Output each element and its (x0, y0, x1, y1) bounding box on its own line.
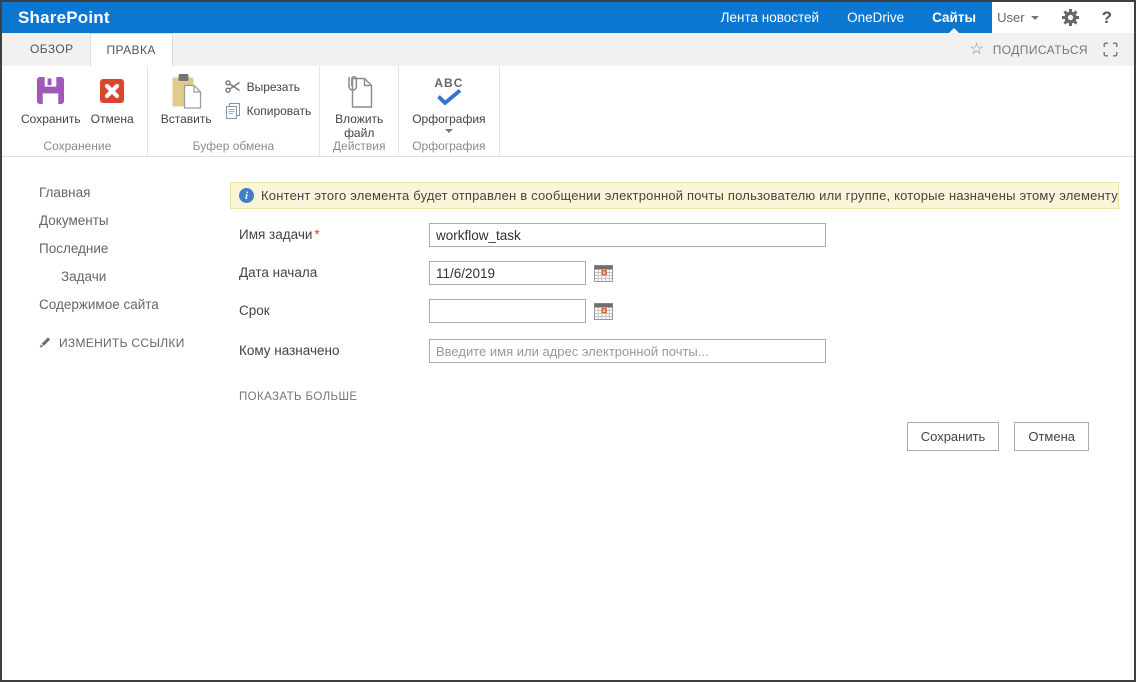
due-date-label: Срок (239, 299, 429, 318)
form-footer-buttons: Сохранить Отмена (230, 422, 1119, 451)
required-asterisk: * (314, 227, 319, 242)
calendar-icon (594, 303, 613, 320)
form-row-start-date: Дата начала (239, 261, 1119, 285)
pencil-icon (38, 336, 51, 350)
spelling-label: Орфография (412, 112, 485, 126)
suite-bar-right: User ? (992, 2, 1134, 33)
cut-button[interactable]: Вырезать (225, 79, 312, 94)
tab-browse[interactable]: ОБЗОР (14, 33, 90, 66)
cancel-button[interactable]: Отмена (1014, 422, 1089, 451)
suite-link-onedrive[interactable]: OneDrive (833, 2, 918, 33)
sidebar: Главная Документы Последние Задачи Содер… (2, 157, 230, 350)
settings-gear-button[interactable] (1061, 8, 1080, 27)
sidebar-item-documents[interactable]: Документы (2, 207, 230, 235)
spellcheck-abc-icon: ABC (434, 77, 463, 105)
ribbon-group-clipboard: Вставить Вырезать (148, 66, 321, 156)
ribbon-group-commit: Сохранить Отмена Сохранение (8, 66, 148, 156)
attach-file-button[interactable]: Вложить файл (328, 71, 390, 142)
save-button[interactable]: Сохранить (907, 422, 1000, 451)
cut-label: Вырезать (247, 80, 300, 94)
sidebar-item-home[interactable]: Главная (2, 179, 230, 207)
suite-bar: SharePoint Лента новостей OneDrive Сайты… (2, 2, 1134, 33)
ribbon-save-button[interactable]: Сохранить (16, 71, 86, 127)
paste-button[interactable]: Вставить (156, 71, 217, 127)
ribbon-cancel-button[interactable]: Отмена (86, 71, 139, 127)
suite-link-newsfeed[interactable]: Лента новостей (707, 2, 833, 33)
clipboard-small-buttons: Вырезать Копировать (225, 71, 312, 119)
star-icon: ☆ (969, 42, 983, 58)
tab-row-right: ☆ ПОДПИСАТЬСЯ (969, 33, 1134, 66)
help-button[interactable]: ? (1102, 8, 1112, 28)
info-banner-text: Контент этого элемента будет отправлен в… (261, 188, 1119, 203)
focus-frame-icon (1103, 42, 1118, 57)
main-content: i Контент этого элемента будет отправлен… (230, 157, 1134, 680)
group-label-spelling: Орфография (399, 139, 498, 153)
ribbon-group-actions: Вложить файл Действия (320, 66, 399, 156)
ribbon-group-spelling: ABC Орфография Орфография (399, 66, 499, 156)
sidebar-item-site-contents[interactable]: Содержимое сайта (2, 291, 230, 319)
copy-button[interactable]: Копировать (225, 103, 312, 119)
calendar-icon (594, 265, 613, 282)
edit-links-label: ИЗМЕНИТЬ ССЫЛКИ (59, 336, 185, 350)
paste-clipboard-icon (171, 73, 202, 109)
info-icon: i (239, 188, 254, 203)
ribbon-tabs: ОБЗОР ПРАВКА (14, 33, 173, 66)
start-date-label: Дата начала (239, 261, 429, 280)
attach-file-icon (344, 74, 374, 108)
group-label-clipboard: Буфер обмена (148, 139, 320, 153)
scissors-icon (225, 79, 241, 94)
form-row-due-date: Срок (239, 299, 1119, 323)
task-name-label: Имя задачи* (239, 223, 429, 242)
suite-bar-blue: SharePoint Лента новостей OneDrive Сайты (2, 2, 992, 33)
sidebar-item-recent[interactable]: Последние (2, 235, 230, 263)
tab-edit[interactable]: ПРАВКА (90, 33, 173, 66)
task-form: Имя задачи* Дата начала (230, 223, 1119, 363)
ribbon: Сохранить Отмена Сохранение (2, 66, 1134, 157)
assigned-to-label: Кому назначено (239, 339, 429, 358)
user-menu-label: User (997, 10, 1024, 25)
spelling-dropdown-icon (445, 129, 453, 133)
ribbon-save-label: Сохранить (21, 112, 81, 126)
start-date-picker-button[interactable] (594, 265, 613, 282)
user-menu[interactable]: User (997, 10, 1038, 25)
ribbon-cancel-label: Отмена (91, 112, 134, 126)
sharepoint-logo[interactable]: SharePoint (2, 8, 110, 28)
info-banner: i Контент этого элемента будет отправлен… (230, 182, 1119, 209)
assigned-to-input[interactable] (429, 339, 826, 363)
focus-mode-button[interactable] (1103, 42, 1118, 57)
due-date-picker-button[interactable] (594, 303, 613, 320)
start-date-input[interactable] (429, 261, 586, 285)
group-label-actions: Действия (320, 139, 398, 153)
sidebar-item-tasks[interactable]: Задачи (2, 263, 230, 291)
copy-pages-icon (225, 103, 241, 119)
paste-label: Вставить (161, 112, 212, 126)
ribbon-tab-row: ОБЗОР ПРАВКА ☆ ПОДПИСАТЬСЯ (2, 33, 1134, 66)
suite-link-sites[interactable]: Сайты (918, 2, 990, 33)
copy-label: Копировать (247, 104, 312, 118)
suite-nav: Лента новостей OneDrive Сайты (707, 2, 990, 33)
attach-file-label: Вложить файл (333, 112, 385, 141)
form-row-assigned-to: Кому назначено (239, 339, 1119, 363)
quick-launch-nav: Главная Документы Последние Задачи Содер… (2, 157, 230, 319)
chevron-down-icon (1031, 16, 1039, 20)
page-body: Главная Документы Последние Задачи Содер… (2, 157, 1134, 680)
save-floppy-icon (36, 76, 65, 105)
follow-button[interactable]: ПОДПИСАТЬСЯ (993, 43, 1088, 57)
form-row-task-name: Имя задачи* (239, 223, 1119, 247)
show-more-link[interactable]: ПОКАЗАТЬ БОЛЬШЕ (230, 391, 1119, 403)
gear-icon (1061, 8, 1080, 27)
spelling-button[interactable]: ABC Орфография (407, 71, 490, 134)
due-date-input[interactable] (429, 299, 586, 323)
edit-links-button[interactable]: ИЗМЕНИТЬ ССЫЛКИ (2, 336, 230, 350)
cancel-x-icon (99, 78, 125, 104)
sharepoint-window: SharePoint Лента новостей OneDrive Сайты… (0, 0, 1136, 682)
group-label-commit: Сохранение (8, 139, 147, 153)
task-name-input[interactable] (429, 223, 826, 247)
